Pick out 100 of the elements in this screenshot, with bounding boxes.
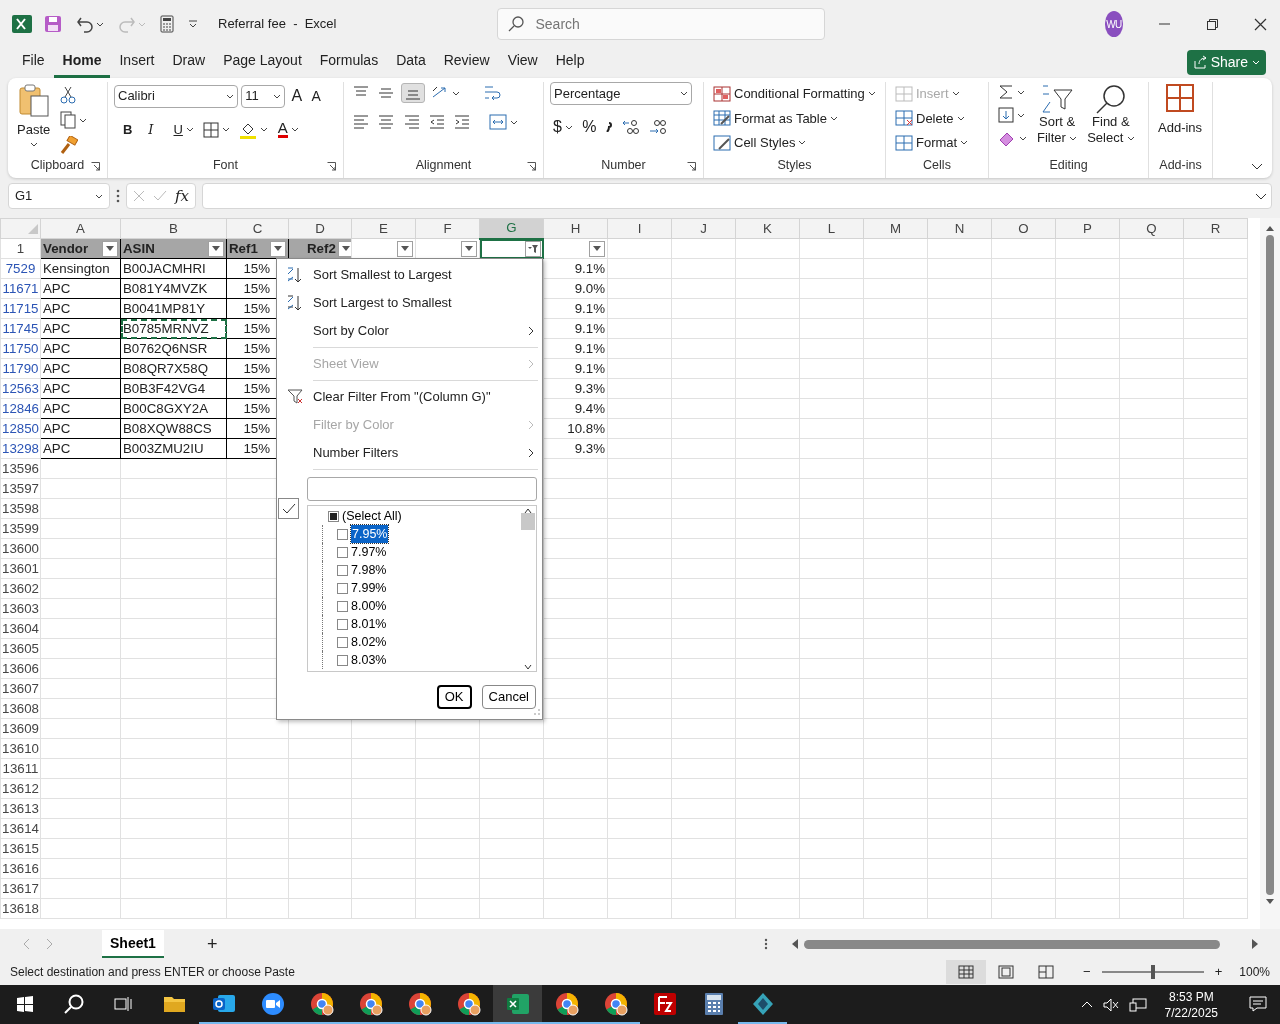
list-item[interactable]: 8.01% <box>322 615 519 633</box>
column-header[interactable]: P <box>1055 218 1120 239</box>
row-header[interactable]: 12563 <box>0 378 41 399</box>
decrease-font-size-button[interactable]: A <box>308 83 324 109</box>
search-field[interactable] <box>307 477 537 501</box>
bold-button[interactable]: B <box>120 118 142 142</box>
filter-applied-button[interactable] <box>525 240 541 257</box>
ribbon-tab[interactable]: File <box>13 46 54 78</box>
row-header[interactable]: 13600 <box>0 538 41 559</box>
cells-format-button[interactable]: Format <box>892 131 972 155</box>
row-header[interactable]: 13610 <box>0 738 41 759</box>
ribbon-tab[interactable]: Data <box>387 46 435 78</box>
column-header[interactable]: D <box>288 218 352 239</box>
column-header[interactable]: A <box>40 218 121 239</box>
checkbox[interactable] <box>337 528 348 540</box>
filter-dropdown-button[interactable] <box>461 240 477 257</box>
filter-dropdown-button[interactable] <box>208 240 224 257</box>
row-header[interactable]: 13613 <box>0 798 41 819</box>
underline-button[interactable]: U <box>170 118 197 142</box>
row-header[interactable]: 13612 <box>0 778 41 799</box>
ribbon-tab[interactable]: Page Layout <box>214 46 311 78</box>
row-header[interactable]: 11715 <box>0 298 41 319</box>
row-header[interactable]: 11750 <box>0 338 41 359</box>
row-header[interactable]: 13598 <box>0 498 41 519</box>
column-header[interactable]: R <box>1183 218 1248 239</box>
user-avatar[interactable]: WU <box>1104 11 1124 37</box>
row-header[interactable]: 13609 <box>0 718 41 739</box>
zoom-out-button[interactable]: − <box>1080 960 1094 984</box>
row-header[interactable]: 13298 <box>0 438 41 459</box>
row-header[interactable]: 11745 <box>0 318 41 339</box>
share-button[interactable]: Share <box>1186 49 1266 75</box>
italic-button[interactable]: I <box>145 118 168 142</box>
search-field[interactable]: Search <box>533 12 814 36</box>
checkbox[interactable] <box>337 600 348 612</box>
row-header[interactable]: 13616 <box>0 858 41 879</box>
save-button[interactable] <box>42 13 64 35</box>
list-item[interactable]: 7.99% <box>322 579 519 597</box>
row-header[interactable]: 11790 <box>0 358 41 379</box>
column-header[interactable]: F <box>415 218 480 239</box>
row-header[interactable]: 13611 <box>0 758 41 779</box>
list-item[interactable]: 8.02% <box>322 633 519 651</box>
row-header[interactable]: 13606 <box>0 658 41 679</box>
row-header[interactable]: 12846 <box>0 398 41 419</box>
checkbox[interactable] <box>337 636 348 648</box>
font-name-field[interactable]: Calibri <box>114 84 238 108</box>
row-header[interactable]: 13601 <box>0 558 41 579</box>
ok-button[interactable]: OK <box>436 685 472 709</box>
font-color-button[interactable]: A <box>274 119 302 141</box>
checkbox[interactable] <box>278 498 299 519</box>
conditional-formatting-button[interactable]: Conditional Formatting <box>710 82 879 106</box>
calculator-button[interactable] <box>158 13 176 35</box>
ribbon-tab[interactable]: Review <box>434 46 499 78</box>
filter-dropdown-button[interactable] <box>397 240 413 257</box>
row-header[interactable]: 13618 <box>0 898 41 919</box>
column-header[interactable]: H <box>543 218 608 239</box>
clock-time[interactable]: 8:53 PM <box>1164 988 1218 1005</box>
ribbon-tab[interactable]: Insert <box>110 46 164 78</box>
find-select-button[interactable]: Find & Select <box>1084 82 1138 157</box>
column-header[interactable]: L <box>799 218 864 239</box>
column-header[interactable]: C <box>226 218 289 239</box>
view-button[interactable] <box>946 960 987 984</box>
row-header[interactable]: 13614 <box>0 818 41 839</box>
row-header[interactable]: 1 <box>0 238 41 259</box>
column-header[interactable]: E <box>351 218 416 239</box>
slider-thumb[interactable] <box>1150 965 1155 979</box>
cancel-button[interactable]: Cancel <box>481 685 536 709</box>
ribbon-tab[interactable]: View <box>498 46 547 78</box>
row-header[interactable]: 13604 <box>0 618 41 639</box>
list-item[interactable]: 8.03% <box>322 651 519 669</box>
increase-font-size-button[interactable]: A <box>288 82 306 110</box>
checkbox[interactable] <box>337 564 348 576</box>
row-header[interactable]: 7529 <box>0 258 41 279</box>
row-header[interactable]: 11671 <box>0 278 41 299</box>
row-header[interactable]: 13596 <box>0 458 41 479</box>
zoom-in-button[interactable]: + <box>1211 960 1226 984</box>
add-ins-button[interactable]: Add-ins <box>1155 82 1206 157</box>
number-format-field[interactable]: Percentage <box>550 82 692 105</box>
row-header[interactable]: 13597 <box>0 478 41 499</box>
checkbox[interactable] <box>337 582 348 594</box>
filter-dropdown-button[interactable] <box>270 240 286 257</box>
column-header[interactable]: I <box>607 218 672 239</box>
list-item[interactable]: 7.95% <box>322 525 519 543</box>
column-header[interactable]: B <box>120 218 227 239</box>
filter-dropdown-button[interactable] <box>589 240 605 257</box>
list-item[interactable]: 8.00% <box>322 597 519 615</box>
clock-date[interactable]: 7/22/2025 <box>1164 1004 1218 1021</box>
row-header[interactable]: 13602 <box>0 578 41 599</box>
row-header[interactable]: 13608 <box>0 698 41 719</box>
sort-filter-button[interactable]: Sort & Filter <box>1034 82 1081 157</box>
paste-button[interactable]: Paste <box>14 82 54 157</box>
filter-dropdown-button[interactable] <box>337 240 351 257</box>
ribbon-tab[interactable]: Formulas <box>310 46 388 78</box>
column-header[interactable]: G <box>479 218 544 239</box>
currency-button[interactable]: $ <box>550 113 576 141</box>
row-header[interactable]: 13615 <box>0 838 41 859</box>
column-header[interactable]: J <box>671 218 736 239</box>
ribbon-tab[interactable]: Draw <box>163 46 215 78</box>
list-item[interactable]: 7.98% <box>322 561 519 579</box>
row-header[interactable]: 13603 <box>0 598 41 619</box>
row-header[interactable]: 13607 <box>0 678 41 699</box>
